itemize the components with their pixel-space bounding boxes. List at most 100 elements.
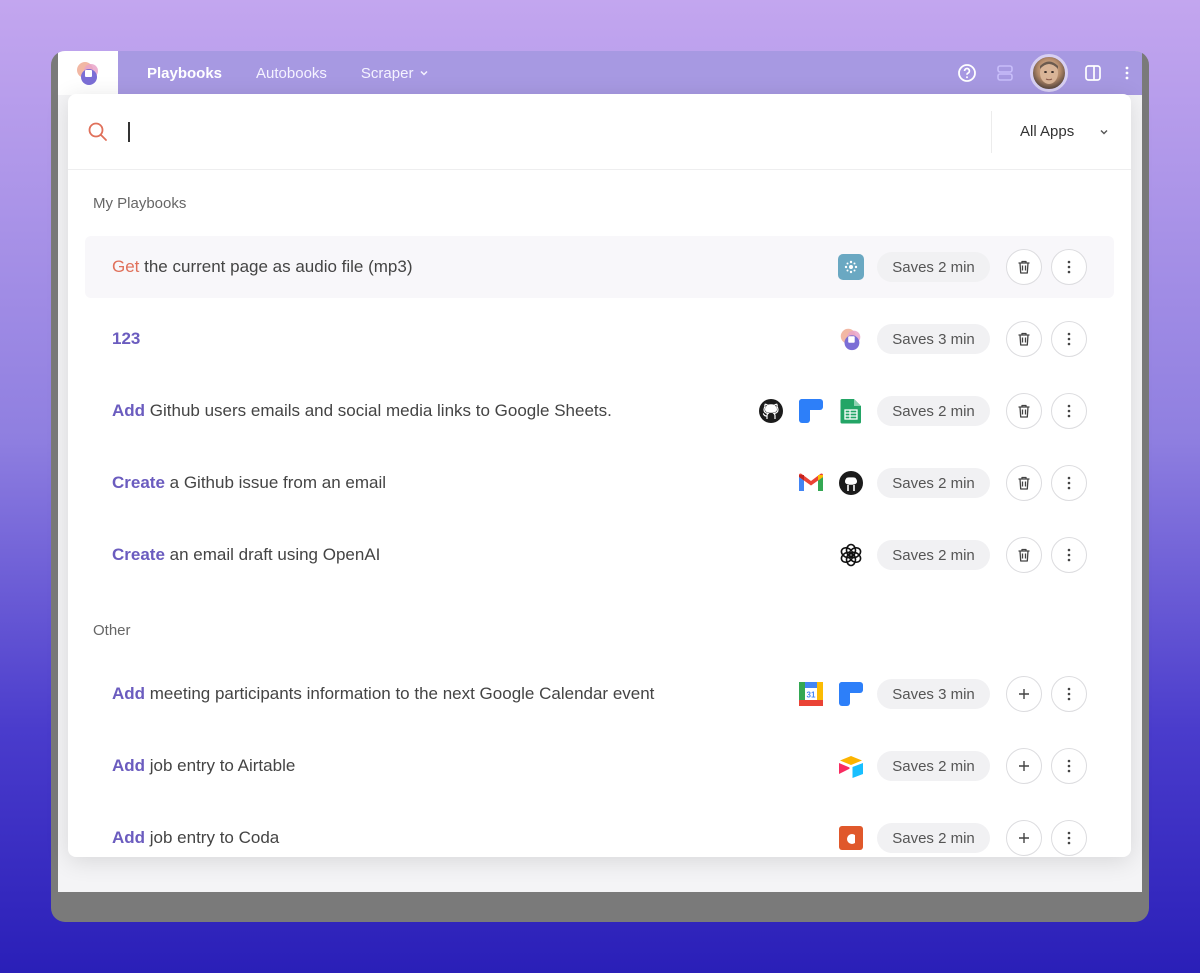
avatar-face-icon: [1040, 61, 1058, 84]
playbook-description: a Github issue from an email: [164, 473, 387, 492]
kebab-menu-icon: [1067, 548, 1071, 562]
playbook-row[interactable]: Get the current page as audio file (mp3)…: [85, 236, 1114, 298]
kebab-menu-icon: [1067, 404, 1071, 418]
nav-tab-label: Scraper: [360, 64, 414, 82]
playbook-row[interactable]: Add job entry to Coda Saves 2 min: [85, 807, 1114, 857]
playbook-apps: [798, 470, 864, 496]
more-options-button[interactable]: [1051, 748, 1087, 784]
more-options-button[interactable]: [1051, 537, 1087, 573]
playbook-description: Github users emails and social media lin…: [145, 401, 612, 420]
delete-button[interactable]: [1006, 249, 1042, 285]
playbook-description: meeting participants information to the …: [145, 684, 655, 703]
plus-icon: [1019, 833, 1029, 843]
user-avatar-button[interactable]: [1024, 51, 1074, 95]
kebab-menu-icon: [1067, 476, 1071, 490]
playbook-verb: Add: [112, 828, 146, 847]
playbook-apps: [838, 753, 864, 779]
playbook-description: job entry to Coda: [145, 828, 280, 847]
saves-time-badge: Saves 2 min: [877, 468, 990, 498]
trash-icon: [1018, 476, 1030, 490]
search-bar: All Apps: [68, 94, 1131, 170]
saves-time-badge: Saves 2 min: [877, 396, 990, 426]
playbook-title: Add job entry to Coda: [112, 828, 279, 848]
chevron-down-icon: [420, 70, 428, 76]
github-app-icon: [838, 470, 864, 496]
playbook-verb: 123: [112, 329, 141, 348]
playbook-description: an email draft using OpenAI: [164, 545, 381, 564]
google-sheets-app-icon: [838, 398, 864, 424]
more-options-button[interactable]: [1051, 321, 1087, 357]
playbook-apps: [838, 254, 864, 280]
servers-button[interactable]: [986, 51, 1024, 95]
coda-app-icon: [838, 825, 864, 851]
section-title-my-playbooks: My Playbooks: [93, 195, 187, 212]
playbook-search-panel: All Apps My Playbooks Get the current pa…: [68, 94, 1131, 857]
calendar-day-text: 31: [807, 691, 816, 700]
trash-icon: [1018, 404, 1030, 418]
speech-app-icon: [838, 254, 864, 280]
playbook-row[interactable]: Add Github users emails and social media…: [85, 380, 1114, 442]
saves-time-badge: Saves 2 min: [877, 751, 990, 781]
search-icon: [88, 122, 107, 141]
more-menu-button[interactable]: [1112, 51, 1142, 95]
saves-time-badge: Saves 2 min: [877, 252, 990, 282]
bardeen-app-icon: [838, 326, 864, 352]
nav-tab-label: Playbooks: [147, 64, 223, 82]
bardeen-logo[interactable]: [58, 51, 118, 95]
kebab-menu-icon: [1067, 260, 1071, 274]
playbook-apps: [838, 825, 864, 851]
gmail-app-icon: [798, 470, 824, 496]
app-filter-label: All Apps: [1020, 123, 1075, 140]
playbook-row[interactable]: Add job entry to Airtable Saves 2 min: [85, 735, 1114, 797]
trash-icon: [1018, 548, 1030, 562]
scraper-app-icon: [838, 681, 864, 707]
playbook-apps: 31: [798, 681, 864, 707]
playbook-row[interactable]: Create a Github issue from an email Save…: [85, 452, 1114, 514]
toggle-sidebar-button[interactable]: [1074, 51, 1112, 95]
more-options-button[interactable]: [1051, 676, 1087, 712]
playbook-row[interactable]: 123 Saves 3 min: [85, 308, 1114, 370]
more-options-button[interactable]: [1051, 820, 1087, 856]
add-playbook-button[interactable]: [1006, 676, 1042, 712]
add-playbook-button[interactable]: [1006, 748, 1042, 784]
kebab-menu-icon: [1067, 831, 1071, 845]
sidebar-panel-icon: [1085, 65, 1101, 81]
playbook-description: job entry to Airtable: [145, 756, 296, 775]
saves-time-badge: Saves 2 min: [877, 540, 990, 570]
saves-time-badge: Saves 2 min: [877, 823, 990, 853]
search-input[interactable]: [128, 121, 991, 142]
playbook-apps: [838, 542, 864, 568]
more-options-button[interactable]: [1051, 249, 1087, 285]
plus-icon: [1019, 689, 1029, 699]
playbook-title: Get the current page as audio file (mp3): [112, 257, 413, 277]
delete-button[interactable]: [1006, 393, 1042, 429]
airtable-app-icon: [838, 753, 864, 779]
playbook-verb: Get: [112, 257, 140, 276]
trash-icon: [1018, 332, 1030, 346]
delete-button[interactable]: [1006, 537, 1042, 573]
google-calendar-app-icon: 31: [798, 681, 824, 707]
playbook-apps: [838, 326, 864, 352]
more-options-button[interactable]: [1051, 393, 1087, 429]
playbook-row[interactable]: Create an email draft using OpenAI Saves…: [85, 524, 1114, 586]
github-app-icon: [758, 398, 784, 424]
saves-time-badge: Saves 3 min: [877, 324, 990, 354]
add-playbook-button[interactable]: [1006, 820, 1042, 856]
openai-app-icon: [838, 542, 864, 568]
nav-tab-playbooks[interactable]: Playbooks: [130, 65, 239, 82]
kebab-menu-icon: [1067, 687, 1071, 701]
nav-tab-autobooks[interactable]: Autobooks: [239, 65, 344, 82]
section-title-other: Other: [93, 622, 131, 639]
delete-button[interactable]: [1006, 321, 1042, 357]
playbook-title: Create a Github issue from an email: [112, 473, 386, 493]
help-button[interactable]: [948, 51, 986, 95]
kebab-menu-icon: [1125, 66, 1129, 80]
help-icon: [958, 64, 976, 82]
nav-tab-label: Autobooks: [256, 64, 327, 82]
delete-button[interactable]: [1006, 465, 1042, 501]
more-options-button[interactable]: [1051, 465, 1087, 501]
nav-tab-scraper[interactable]: Scraper: [344, 65, 447, 82]
playbook-row[interactable]: Add meeting participants information to …: [85, 663, 1114, 725]
app-filter-dropdown[interactable]: All Apps: [991, 110, 1131, 153]
trash-icon: [1018, 260, 1030, 274]
